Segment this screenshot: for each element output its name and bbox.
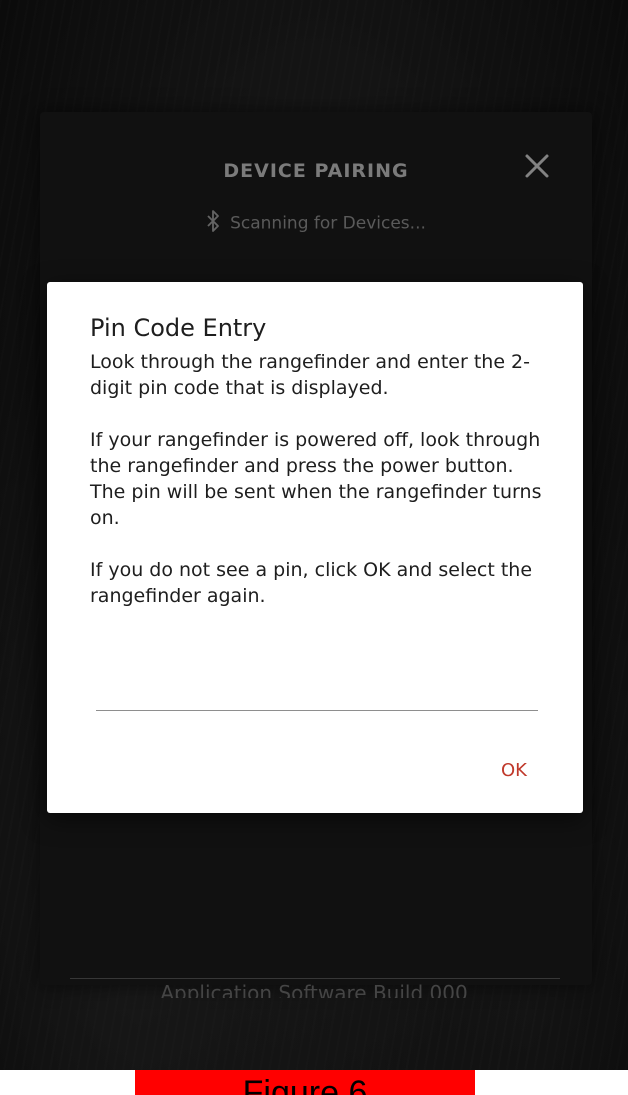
pin-code-input[interactable] (96, 678, 538, 711)
figure-caption-text: Figure 6 (242, 1074, 368, 1095)
dialog-paragraph: If you do not see a pin, click OK and se… (90, 559, 533, 607)
dialog-message: Look through the rangefinder and enter t… (90, 349, 550, 635)
figure-caption: Figure 6 (135, 1070, 475, 1095)
dialog-title: Pin Code Entry (90, 314, 267, 342)
dialog-paragraph: Look through the rangefinder and enter t… (90, 351, 530, 399)
ok-button[interactable]: OK (501, 760, 527, 781)
pin-code-dialog: Pin Code Entry Look through the rangefin… (47, 282, 583, 813)
app-screen: DEVICE PAIRING Scanning for Devices... A… (0, 0, 628, 1070)
dialog-paragraph: If your rangefinder is powered off, look… (90, 429, 542, 529)
